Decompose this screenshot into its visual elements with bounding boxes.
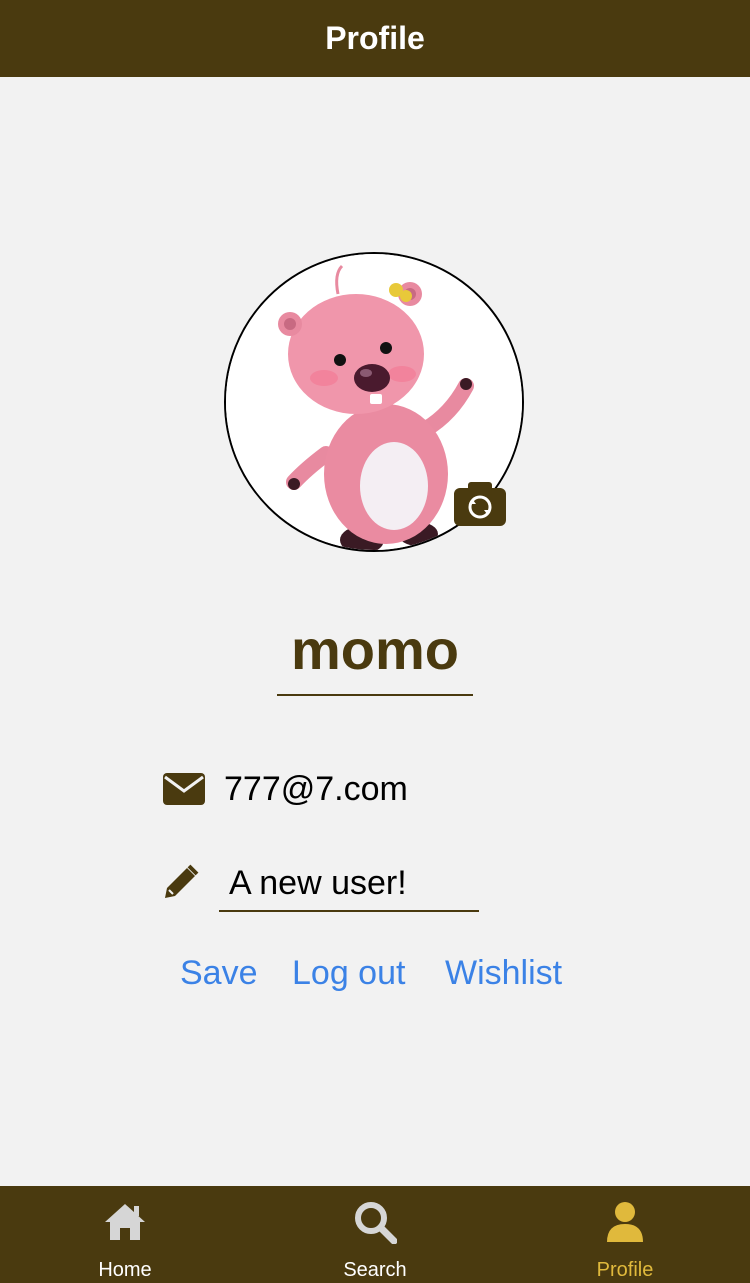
page-title: Profile bbox=[325, 20, 425, 56]
save-button[interactable]: Save bbox=[180, 952, 258, 994]
tab-home[interactable]: Home bbox=[0, 1186, 250, 1283]
tab-search[interactable]: Search bbox=[250, 1186, 500, 1283]
home-icon bbox=[103, 1200, 147, 1244]
bottom-tab-bar: Home Search Profile bbox=[0, 1186, 750, 1283]
avatar-container bbox=[224, 252, 524, 552]
profile-screen: Profile momo 777@7.com A new user! Save … bbox=[0, 0, 750, 1283]
logout-button[interactable]: Log out bbox=[292, 952, 405, 994]
user-icon bbox=[603, 1200, 647, 1244]
search-icon bbox=[353, 1200, 398, 1245]
envelope-icon bbox=[163, 773, 205, 805]
tab-home-label: Home bbox=[98, 1259, 152, 1281]
nav-header: Profile bbox=[0, 0, 750, 77]
username[interactable]: momo bbox=[277, 612, 473, 688]
tab-search-label: Search bbox=[343, 1259, 407, 1281]
pencil-icon bbox=[163, 864, 199, 900]
email-value: 777@7.com bbox=[224, 770, 408, 808]
change-photo-camera-icon[interactable] bbox=[454, 480, 506, 526]
wishlist-button[interactable]: Wishlist bbox=[445, 952, 562, 994]
tab-profile[interactable]: Profile bbox=[500, 1186, 750, 1283]
bio-input[interactable] bbox=[219, 856, 479, 912]
tab-profile-label: Profile bbox=[596, 1259, 654, 1281]
username-underline bbox=[277, 694, 473, 696]
